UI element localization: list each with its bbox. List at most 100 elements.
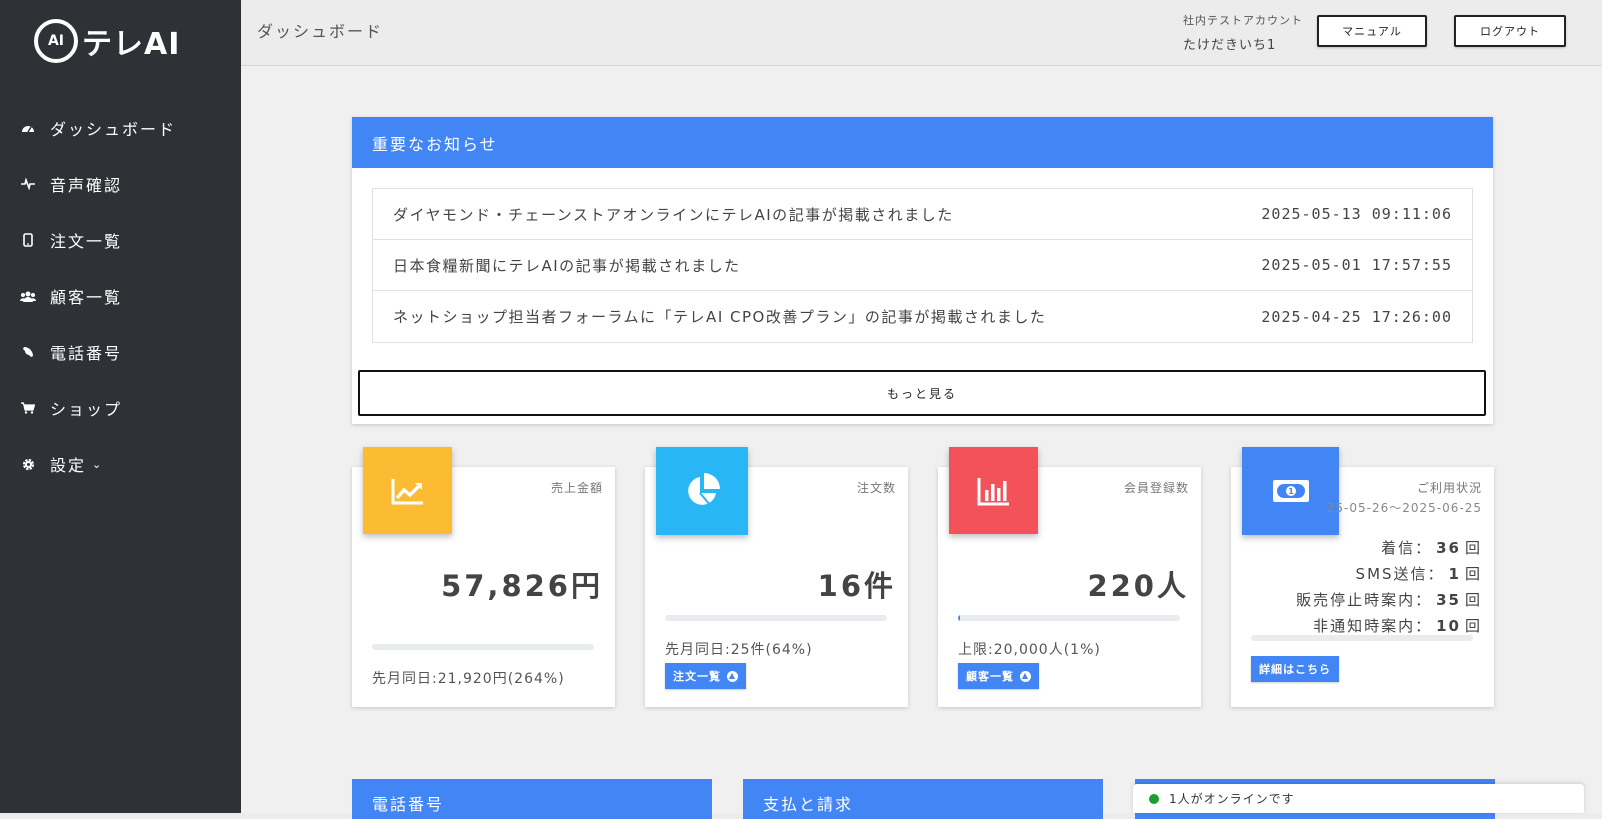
notice-item[interactable]: 日本食糧新聞にテレAIの記事が掲載されました 2025-05-01 17:57:…: [373, 240, 1472, 291]
logout-button[interactable]: ログアウト: [1454, 15, 1566, 47]
gear-icon: [20, 456, 36, 472]
sidebar-item-label: ダッシュボード: [50, 120, 177, 139]
usage-row: 販売停止時案内： 35 回: [1296, 587, 1482, 613]
top-bar: ダッシュボード 社内テストアカウント たけだきいち1 マニュアル ログアウト: [241, 0, 1602, 66]
sidebar-item-label: 電話番号: [50, 344, 123, 363]
notice-text: ネットショップ担当者フォーラムに「テレAI CPO改善プラン」の記事が掲載されま…: [393, 308, 1047, 326]
notice-list: ダイヤモンド・チェーンストアオンラインにテレAIの記事が掲載されました 2025…: [372, 188, 1473, 343]
online-status-bar[interactable]: 1人がオンラインです: [1133, 784, 1584, 813]
usage-row-label: 非通知時案内：: [1313, 617, 1433, 635]
trend-chart-icon: [363, 447, 452, 534]
page-title: ダッシュボード: [257, 22, 384, 41]
sidebar-item-phone-numbers[interactable]: 電話番号: [0, 324, 241, 380]
sidebar-nav: ダッシュボード 音声確認 注文一覧 顧客一覧 電話番号 ショップ 設定 ⌄: [0, 100, 241, 492]
sidebar-item-customers[interactable]: 顧客一覧: [0, 268, 241, 324]
app-logo[interactable]: AI テレAI: [34, 18, 180, 64]
usage-row-label: SMS送信：: [1355, 565, 1445, 583]
usage-row-unit: 回: [1464, 565, 1482, 583]
sidebar: AI テレAI ダッシュボード 音声確認 注文一覧 顧客一覧 電話番号 ショップ…: [0, 0, 241, 813]
sidebar-item-label: 注文一覧: [50, 232, 123, 251]
chevron-down-icon: ⌄: [92, 457, 104, 471]
users-icon: [20, 288, 36, 304]
dashboard-gauge-icon: [20, 120, 36, 136]
phone-icon: [20, 344, 36, 360]
usage-label: ご利用状況: [1416, 481, 1482, 495]
billing-card: 支払と請求: [743, 779, 1103, 819]
usage-row-value: 35: [1436, 591, 1461, 609]
sidebar-item-dashboard[interactable]: ダッシュボード: [0, 100, 241, 156]
usage-row-unit: 回: [1464, 617, 1482, 635]
usage-row-value: 1: [1448, 565, 1461, 583]
usage-row: 着信： 36 回: [1296, 535, 1482, 561]
orders-sub: 先月同日:25件(64%): [665, 642, 813, 658]
notice-date: 2025-05-13 09:11:06: [1261, 205, 1452, 223]
mobile-phone-icon: [20, 232, 36, 248]
more-button[interactable]: もっと見る: [358, 370, 1486, 416]
members-progress-fill: [958, 615, 961, 621]
sales-sub: 先月同日:21,920円(264%): [372, 671, 565, 687]
orders-label: 注文数: [856, 481, 896, 495]
online-text: 1人がオンラインです: [1169, 792, 1295, 806]
pie-chart-icon: [656, 447, 748, 535]
usage-row-unit: 回: [1464, 591, 1482, 609]
orders-progress: [665, 615, 887, 621]
customer-list-button-label: 顧客一覧: [966, 670, 1014, 683]
online-dot-icon: [1149, 793, 1159, 804]
members-progress: [958, 615, 1180, 621]
orders-card: 注文数 16件 先月同日:25件(64%) 注文一覧 ▲: [645, 447, 908, 707]
logo-text: テレAI: [82, 27, 181, 62]
notice-title: 重要なお知らせ: [352, 117, 1493, 168]
customer-list-button[interactable]: 顧客一覧 ▲: [958, 663, 1039, 689]
account-label: 社内テストアカウント: [1183, 14, 1303, 27]
notice-panel: 重要なお知らせ ダイヤモンド・チェーンストアオンラインにテレAIの記事が掲載され…: [352, 117, 1493, 424]
sidebar-item-settings[interactable]: 設定 ⌄: [0, 436, 241, 492]
usage-list: 着信： 36 回 SMS送信： 1 回 販売停止時案内： 35 回 非通知時案内： 10 回: [1296, 535, 1482, 639]
sidebar-item-orders[interactable]: 注文一覧: [0, 212, 241, 268]
members-label: 会員登録数: [1123, 481, 1189, 495]
usage-row: SMS送信： 1 回: [1296, 561, 1482, 587]
members-value: 220人: [1087, 569, 1189, 603]
account-info: 社内テストアカウント たけだきいち1: [1183, 12, 1303, 53]
members-sub: 上限:20,000人(1%): [958, 642, 1101, 658]
manual-button[interactable]: マニュアル: [1317, 15, 1427, 47]
account-name: たけだきいち1: [1183, 38, 1277, 53]
sidebar-item-label: 音声確認: [50, 176, 123, 195]
usage-row-label: 販売停止時案内：: [1296, 591, 1433, 609]
svg-text:1: 1: [1288, 487, 1294, 496]
arrow-up-circle-icon: ▲: [727, 670, 738, 682]
usage-period: 25-05-26〜2025-06-25: [1326, 501, 1482, 515]
usage-row-label: 着信：: [1381, 539, 1433, 557]
bar-chart-icon: [949, 447, 1038, 534]
usage-row-value: 36: [1436, 539, 1461, 557]
sales-value: 57,826円: [441, 569, 603, 603]
notice-item[interactable]: ネットショップ担当者フォーラムに「テレAI CPO改善プラン」の記事が掲載されま…: [373, 291, 1472, 342]
sidebar-item-label: 顧客一覧: [50, 288, 123, 307]
members-card: 会員登録数 220人 上限:20,000人(1%) 顧客一覧 ▲: [938, 447, 1201, 707]
logo-mark: AI: [34, 19, 78, 63]
order-list-button[interactable]: 注文一覧 ▲: [665, 663, 746, 689]
usage-card: 1 ご利用状況 25-05-26〜2025-06-25 着信： 36 回 SMS送信…: [1231, 447, 1494, 707]
sidebar-item-voice[interactable]: 音声確認: [0, 156, 241, 212]
usage-details-button[interactable]: 詳細はこちら: [1251, 656, 1339, 682]
notice-item[interactable]: ダイヤモンド・チェーンストアオンラインにテレAIの記事が掲載されました 2025…: [373, 189, 1472, 240]
sidebar-item-label: ショップ: [50, 400, 123, 419]
sidebar-item-label: 設定: [50, 456, 87, 475]
arrow-up-circle-icon: ▲: [1020, 670, 1031, 682]
orders-value: 16件: [817, 569, 896, 603]
usage-row-value: 10: [1436, 617, 1461, 635]
sales-progress: [372, 644, 594, 650]
usage-progress: [1251, 635, 1473, 641]
sales-card: 売上金額 57,826円 先月同日:21,920円(264%): [352, 447, 615, 707]
order-list-button-label: 注文一覧: [673, 670, 721, 683]
notice-text: 日本食糧新聞にテレAIの記事が掲載されました: [393, 256, 741, 275]
money-bill-icon: 1: [1242, 447, 1339, 535]
phone-number-card: 電話番号: [352, 779, 712, 819]
usage-row-unit: 回: [1464, 539, 1482, 557]
notice-date: 2025-04-25 17:26:00: [1261, 307, 1452, 326]
sales-label: 売上金額: [550, 481, 603, 495]
sidebar-item-shop[interactable]: ショップ: [0, 380, 241, 436]
cart-icon: [20, 400, 36, 416]
notice-text: ダイヤモンド・チェーンストアオンラインにテレAIの記事が掲載されました: [393, 205, 954, 224]
main-content: 重要なお知らせ ダイヤモンド・チェーンストアオンラインにテレAIの記事が掲載され…: [241, 66, 1602, 819]
notice-date: 2025-05-01 17:57:55: [1261, 256, 1452, 274]
